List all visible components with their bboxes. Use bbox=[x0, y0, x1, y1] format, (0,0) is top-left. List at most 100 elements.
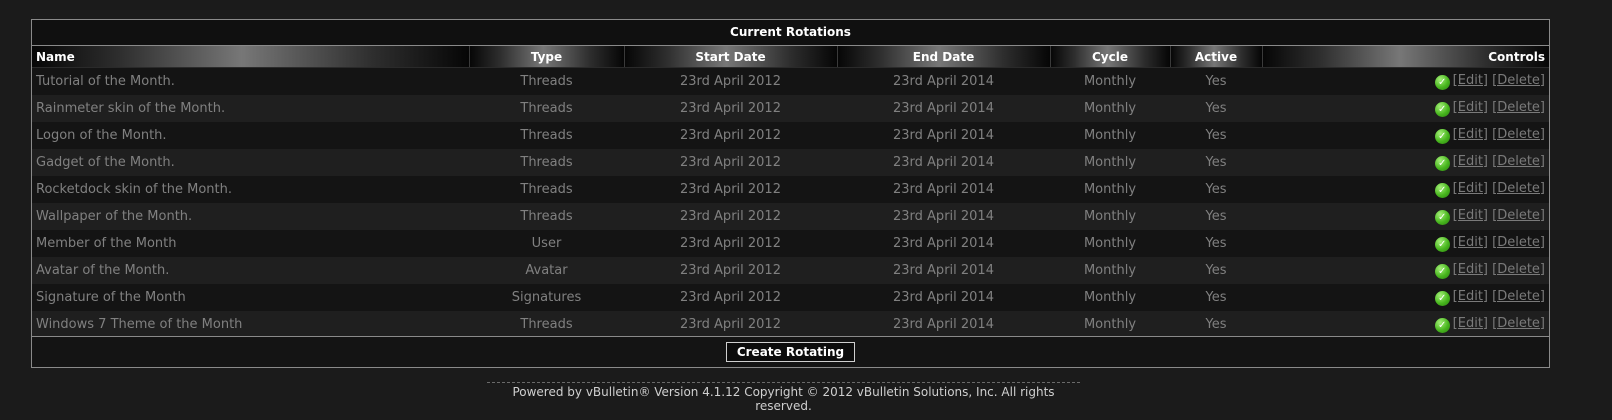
cell-controls: ✓ [Edit] [Delete] bbox=[1262, 95, 1549, 122]
cell-cycle: Monthly bbox=[1050, 67, 1170, 95]
edit-link[interactable]: [Edit] bbox=[1453, 208, 1488, 223]
edit-link[interactable]: [Edit] bbox=[1453, 181, 1488, 196]
cell-controls: ✓ [Edit] [Delete] bbox=[1262, 311, 1549, 338]
cell-controls: ✓ [Edit] [Delete] bbox=[1262, 203, 1549, 230]
cell-cycle: Monthly bbox=[1050, 122, 1170, 149]
edit-link[interactable]: [Edit] bbox=[1453, 100, 1488, 115]
cell-active: Yes bbox=[1170, 176, 1262, 203]
edit-link[interactable]: [Edit] bbox=[1453, 289, 1488, 304]
cell-name: Rainmeter skin of the Month. bbox=[32, 95, 469, 122]
cell-active: Yes bbox=[1170, 284, 1262, 311]
delete-link[interactable]: [Delete] bbox=[1492, 73, 1545, 88]
delete-link[interactable]: [Delete] bbox=[1492, 316, 1545, 331]
cell-controls: ✓ [Edit] [Delete] bbox=[1262, 257, 1549, 284]
cell-end-date: 23rd April 2014 bbox=[837, 311, 1050, 338]
delete-link[interactable]: [Delete] bbox=[1492, 208, 1545, 223]
cell-cycle: Monthly bbox=[1050, 95, 1170, 122]
cell-cycle: Monthly bbox=[1050, 284, 1170, 311]
cell-name: Signature of the Month bbox=[32, 284, 469, 311]
cell-active: Yes bbox=[1170, 122, 1262, 149]
cell-type: Signatures bbox=[469, 284, 624, 311]
cell-end-date: 23rd April 2014 bbox=[837, 203, 1050, 230]
table-body: Tutorial of the Month. Threads 23rd April … bbox=[32, 67, 1549, 338]
check-circle-icon: ✓ bbox=[1434, 318, 1450, 333]
cell-start-date: 23rd April 2012 bbox=[624, 149, 837, 176]
delete-link[interactable]: [Delete] bbox=[1492, 262, 1545, 277]
cell-type: Threads bbox=[469, 149, 624, 176]
edit-link[interactable]: [Edit] bbox=[1453, 316, 1488, 331]
edit-link[interactable]: [Edit] bbox=[1453, 154, 1488, 169]
cell-type: Threads bbox=[469, 122, 624, 149]
cell-type: Avatar bbox=[469, 257, 624, 284]
delete-link[interactable]: [Delete] bbox=[1492, 127, 1545, 142]
rotations-table: Name Type Start Date End Date Cycle Acti… bbox=[32, 46, 1549, 338]
cell-controls: ✓ [Edit] [Delete] bbox=[1262, 67, 1549, 95]
cell-cycle: Monthly bbox=[1050, 230, 1170, 257]
cell-active: Yes bbox=[1170, 203, 1262, 230]
column-header-controls: Controls bbox=[1261, 46, 1549, 68]
cell-name: Tutorial of the Month. bbox=[32, 67, 469, 95]
cell-end-date: 23rd April 2014 bbox=[837, 67, 1050, 95]
cell-controls: ✓ [Edit] [Delete] bbox=[1262, 122, 1549, 149]
check-circle-icon: ✓ bbox=[1434, 156, 1450, 171]
cell-end-date: 23rd April 2014 bbox=[837, 284, 1050, 311]
table-row: Member of the Month User 23rd April 2012 23… bbox=[32, 230, 1549, 257]
check-circle-icon: ✓ bbox=[1434, 183, 1450, 198]
table-row: Rocketdock skin of the Month. Threads 23rd… bbox=[32, 176, 1549, 203]
edit-link[interactable]: [Edit] bbox=[1453, 235, 1488, 250]
cell-type: Threads bbox=[469, 67, 624, 95]
table-row: Tutorial of the Month. Threads 23rd April … bbox=[32, 67, 1549, 95]
table-row: Avatar of the Month. Avatar 23rd April 201… bbox=[32, 257, 1549, 284]
cell-type: Threads bbox=[469, 311, 624, 338]
delete-link[interactable]: [Delete] bbox=[1492, 181, 1545, 196]
panel-title: Current Rotations bbox=[32, 20, 1549, 46]
check-circle-icon: ✓ bbox=[1434, 75, 1450, 90]
cell-active: Yes bbox=[1170, 67, 1262, 95]
column-header-name: Name bbox=[32, 46, 469, 68]
cell-type: Threads bbox=[469, 95, 624, 122]
delete-link[interactable]: [Delete] bbox=[1492, 289, 1545, 304]
table-row: Gadget of the Month. Threads 23rd April 20… bbox=[32, 149, 1549, 176]
create-rotating-button[interactable]: Create Rotating bbox=[725, 342, 856, 362]
cell-end-date: 23rd April 2014 bbox=[837, 257, 1050, 284]
check-circle-icon: ✓ bbox=[1434, 264, 1450, 279]
cell-active: Yes bbox=[1170, 149, 1262, 176]
cell-cycle: Monthly bbox=[1050, 149, 1170, 176]
cell-active: Yes bbox=[1170, 257, 1262, 284]
cell-name: Wallpaper of the Month. bbox=[32, 203, 469, 230]
edit-link[interactable]: [Edit] bbox=[1453, 73, 1488, 88]
delete-link[interactable]: [Delete] bbox=[1492, 154, 1545, 169]
cell-name: Gadget of the Month. bbox=[32, 149, 469, 176]
cell-active: Yes bbox=[1170, 230, 1262, 257]
cell-start-date: 23rd April 2012 bbox=[624, 67, 837, 95]
delete-link[interactable]: [Delete] bbox=[1492, 235, 1545, 250]
cell-name: Rocketdock skin of the Month. bbox=[32, 176, 469, 203]
cell-start-date: 23rd April 2012 bbox=[624, 311, 837, 338]
column-header-active: Active bbox=[1169, 46, 1262, 68]
cell-end-date: 23rd April 2014 bbox=[837, 176, 1050, 203]
cell-name: Windows 7 Theme of the Month bbox=[32, 311, 469, 338]
table-row: Signature of the Month Signatures 23rd Apr… bbox=[32, 284, 1549, 311]
table-row: Windows 7 Theme of the Month Threads 23rd … bbox=[32, 311, 1549, 338]
cell-start-date: 23rd April 2012 bbox=[624, 176, 837, 203]
edit-link[interactable]: [Edit] bbox=[1453, 127, 1488, 142]
cell-start-date: 23rd April 2012 bbox=[624, 122, 837, 149]
cell-name: Member of the Month bbox=[32, 230, 469, 257]
table-header-row: Name Type Start Date End Date Cycle Acti… bbox=[32, 46, 1549, 68]
table-row: Wallpaper of the Month. Threads 23rd April… bbox=[32, 203, 1549, 230]
delete-link[interactable]: [Delete] bbox=[1492, 100, 1545, 115]
cell-cycle: Monthly bbox=[1050, 311, 1170, 338]
cell-controls: ✓ [Edit] [Delete] bbox=[1262, 149, 1549, 176]
table-row: Rainmeter skin of the Month. Threads 23rd … bbox=[32, 95, 1549, 122]
cell-active: Yes bbox=[1170, 95, 1262, 122]
cell-end-date: 23rd April 2014 bbox=[837, 230, 1050, 257]
cell-start-date: 23rd April 2012 bbox=[624, 230, 837, 257]
check-circle-icon: ✓ bbox=[1434, 237, 1450, 252]
table-row: Logon of the Month. Threads 23rd April 201… bbox=[32, 122, 1549, 149]
edit-link[interactable]: [Edit] bbox=[1453, 262, 1488, 277]
cell-start-date: 23rd April 2012 bbox=[624, 95, 837, 122]
cell-end-date: 23rd April 2014 bbox=[837, 149, 1050, 176]
check-circle-icon: ✓ bbox=[1434, 291, 1450, 306]
cell-type: Threads bbox=[469, 203, 624, 230]
column-header-start-date: Start Date bbox=[623, 46, 837, 68]
